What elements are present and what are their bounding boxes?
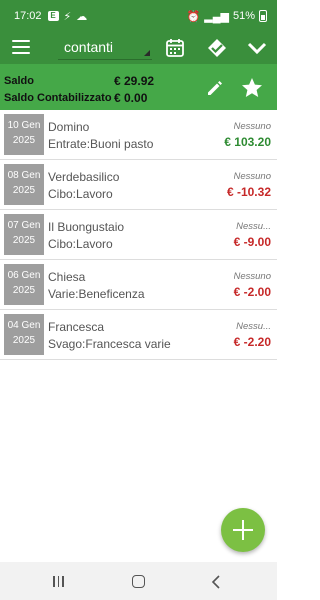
transaction-description: Il Buongustaio [48,220,125,234]
transaction-status: Nessu... [236,321,271,332]
account-dropdown-value: contanti [64,39,114,55]
notification-app-icon: E [47,11,59,21]
transaction-day: 06 Gen [7,270,41,281]
transaction-description: Chiesa [48,270,86,284]
transaction-day: 10 Gen [7,120,41,131]
transaction-year: 2025 [12,185,36,196]
cloud-icon: ☁ [76,10,88,23]
transaction-row[interactable]: 06 Gen 2025 Chiesa Varie:Beneficenza Nes… [0,260,277,310]
transaction-list: 10 Gen 2025 Domino Entrate:Buoni pasto N… [0,110,277,360]
transaction-day: 07 Gen [7,220,41,231]
star-icon[interactable] [240,76,264,100]
double-check-icon[interactable] [206,37,228,59]
recent-apps-icon[interactable] [53,574,69,590]
back-icon[interactable] [209,574,225,590]
transaction-year: 2025 [12,335,36,346]
add-transaction-button[interactable] [221,508,265,552]
battery-icon [259,10,267,22]
clock: 17:02 [14,10,42,22]
menu-icon[interactable] [12,40,30,56]
cleared-balance-value: € 0.00 [114,91,148,105]
cleared-balance-label: Saldo Contabilizzato [4,92,112,104]
transaction-status: Nessuno [233,171,272,182]
transaction-description: Domino [48,120,90,134]
transaction-date: 06 Gen 2025 [4,264,44,305]
transaction-category: Entrate:Buoni pasto [48,137,154,151]
chevron-down-icon[interactable] [246,37,268,59]
calendar-icon[interactable] [164,37,186,59]
balance-value: € 29.92 [114,74,155,88]
balance-label: Saldo [4,75,34,87]
transaction-date: 08 Gen 2025 [4,164,44,205]
transaction-category: Cibo:Lavoro [48,237,113,251]
transaction-row[interactable]: 08 Gen 2025 Verdebasilico Cibo:Lavoro Ne… [0,160,277,210]
transaction-status: Nessuno [233,271,272,282]
app-toolbar: contanti [0,32,277,64]
balance-header: Saldo € 29.92 Saldo Contabilizzato € 0.0… [0,64,277,110]
signal-icon: ▂▄▆ [204,10,229,23]
transaction-description: Francesca [48,320,105,334]
transaction-amount: € -2.20 [233,335,271,349]
transaction-category: Varie:Beneficenza [48,287,145,301]
account-dropdown[interactable]: contanti [58,36,152,60]
pencil-icon[interactable] [205,78,225,98]
transaction-description: Verdebasilico [48,170,120,184]
transaction-date: 10 Gen 2025 [4,114,44,155]
transaction-row[interactable]: 07 Gen 2025 Il Buongustaio Cibo:Lavoro N… [0,210,277,260]
transaction-year: 2025 [12,285,36,296]
transaction-year: 2025 [12,235,36,246]
transaction-category: Svago:Francesca varie [48,337,171,351]
flash-icon: ⚡ [63,10,72,23]
transaction-day: 04 Gen [7,320,41,331]
dropdown-triangle-icon [144,50,150,56]
transaction-date: 07 Gen 2025 [4,214,44,255]
transaction-status: Nessuno [233,121,272,132]
home-icon[interactable] [131,574,147,590]
transaction-row[interactable]: 04 Gen 2025 Francesca Svago:Francesca va… [0,310,277,360]
transaction-day: 08 Gen [7,170,41,181]
transaction-amount: € -2.00 [233,285,271,299]
transaction-year: 2025 [12,135,36,146]
transaction-amount: € -9.00 [233,235,271,249]
system-navigation-bar [0,562,277,600]
transaction-status: Nessu... [236,221,271,232]
transaction-amount: € 103.20 [224,135,271,149]
battery-percent: 51% [232,10,255,22]
transaction-amount: € -10.32 [226,185,271,199]
transaction-category: Cibo:Lavoro [48,187,113,201]
status-bar: 17:02 E ⚡ ☁ ⏰ ▂▄▆ 51% [0,0,277,32]
alarm-icon: ⏰ [186,10,201,23]
transaction-date: 04 Gen 2025 [4,314,44,355]
transaction-row[interactable]: 10 Gen 2025 Domino Entrate:Buoni pasto N… [0,110,277,160]
